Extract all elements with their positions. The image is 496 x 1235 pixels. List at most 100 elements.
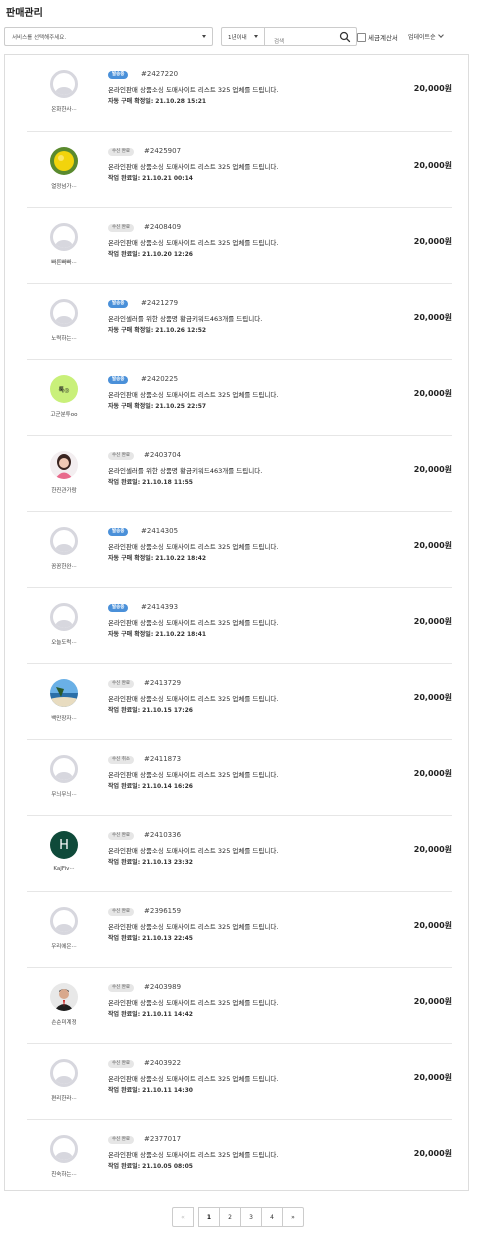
order-price: 20,000원 <box>413 693 452 702</box>
order-number: #2396159 <box>144 907 182 915</box>
order-number: #2403922 <box>144 1059 182 1067</box>
order-date: 자동 구매 확정일: 21.10.28 15:21 <box>108 98 207 105</box>
order-price: 20,000원 <box>413 161 452 170</box>
order-row[interactable]: 무늬무늬··· 수신 취소 #2411873 온라인판매 상품소싱 도매사이트 리스트… <box>27 739 452 815</box>
order-date: 작업 완료일: 21.10.21 00:14 <box>108 175 193 182</box>
tax-invoice-checkbox[interactable] <box>357 32 366 42</box>
order-row[interactable]: 열정넘가··· 수신 완료 #2425907 온라인판매 상품소싱 도매사이트 리스트… <box>27 131 452 207</box>
order-row[interactable]: 편리한라··· 수신 완료 #2403922 온라인판매 상품소싱 도매사이트 리스트… <box>27 1043 452 1119</box>
order-title[interactable]: 온라인판매 상품소싱 도매사이트 리스트 325 업체를 드립니다. <box>108 921 278 931</box>
order-title[interactable]: 온라인판매 상품소싱 도매사이트 리스트 325 업체를 드립니다. <box>108 1149 278 1159</box>
order-date: 자동 구매 확정일: 21.10.22 18:41 <box>108 631 207 638</box>
filter-bar: 서비스를 선택해주세요. 1년이내 세금계산서 업데이트순 <box>4 27 468 51</box>
caret-down-icon <box>254 35 258 38</box>
order-row[interactable]: 온화한사··· 발송중 #2427220 온라인판매 상품소싱 도매사이트 리스트 3… <box>27 55 452 131</box>
search-icon[interactable] <box>339 31 351 43</box>
seller-name: 친숙하는··· <box>51 1172 77 1178</box>
order-list: 온화한사··· 발송중 #2427220 온라인판매 상품소싱 도매사이트 리스트 3… <box>4 54 469 1191</box>
order-title[interactable]: 온라인판매 상품소싱 도매사이트 리스트 325 업체를 드립니다. <box>108 389 278 399</box>
next-page-button[interactable]: » <box>282 1207 304 1227</box>
status-badge: 발송중 <box>108 376 129 384</box>
order-row[interactable]: 우리에은··· 수신 완료 #2396159 온라인판매 상품소싱 도매사이트 리스트… <box>27 891 452 967</box>
order-title[interactable]: 온라인셀러를 위한 상품명 황금키워드463개를 드립니다. <box>108 313 262 323</box>
order-row[interactable]: H KaJFiv··· 수신 완료 #2410336 온라인판매 상품소싱 도매사이트 … <box>27 815 452 891</box>
order-date: 작업 완료일: 21.10.20 12:26 <box>108 251 193 258</box>
prev-page-button[interactable]: « <box>172 1207 194 1227</box>
order-number: #2377017 <box>144 1135 182 1143</box>
order-title[interactable]: 온라인판매 상품소싱 도매사이트 리스트 325 업체를 드립니다. <box>108 769 278 779</box>
order-date: 작업 완료일: 21.10.11 14:42 <box>108 1011 193 1018</box>
status-badge: 수신 완료 <box>108 832 134 840</box>
order-row[interactable]: 꼼꼼한완··· 발송중 #2414305 온라인판매 상품소싱 도매사이트 리스트 3… <box>27 511 452 587</box>
order-row[interactable]: 빠른빠빠··· 수신 완료 #2408409 온라인판매 상품소싱 도매사이트 리스트… <box>27 207 452 283</box>
caret-down-icon <box>202 35 206 38</box>
sort-select[interactable]: 업데이트순 <box>408 32 444 41</box>
status-badge: 수신 취소 <box>108 756 134 764</box>
seller-name: 무늬무늬··· <box>51 792 77 798</box>
search-input[interactable] <box>265 33 333 51</box>
period-select[interactable]: 1년이내 <box>221 27 265 46</box>
order-price: 20,000원 <box>413 617 452 626</box>
avatar <box>50 451 78 479</box>
avatar-text: 톡◎ <box>58 386 70 394</box>
seller-name: 손순미계정 <box>51 1020 77 1026</box>
order-row[interactable]: 백만장자··· 수신 완료 #2413729 온라인판매 상품소싱 도매사이트 리스트… <box>27 663 452 739</box>
seller-name: 편리한라··· <box>51 1096 77 1102</box>
tax-invoice-label: 세금계산서 <box>368 34 398 42</box>
default-avatar-icon <box>50 1059 78 1087</box>
default-avatar-icon <box>50 223 78 251</box>
order-row[interactable]: 톡◎ 고군분투oo 발송중 #2420225 온라인판매 상품소싱 도매사이트 리스트 … <box>27 359 452 435</box>
order-title[interactable]: 온라인판매 상품소싱 도매사이트 리스트 325 업체를 드립니다. <box>108 161 278 171</box>
order-title[interactable]: 온라인판매 상품소싱 도매사이트 리스트 325 업체를 드립니다. <box>108 541 278 551</box>
pagination: «1 2 3 4» <box>172 1207 304 1227</box>
order-price: 20,000원 <box>413 997 452 1006</box>
page-button-4[interactable]: 4 <box>261 1207 283 1227</box>
default-avatar-icon <box>50 1135 78 1163</box>
service-select-label: 서비스를 선택해주세요. <box>12 35 67 41</box>
status-badge: 수신 완료 <box>108 1136 134 1144</box>
page-button-1[interactable]: 1 <box>198 1207 220 1227</box>
order-price: 20,000원 <box>413 921 452 930</box>
order-row[interactable]: 한진관가람 수신 완료 #2403704 온라인셀러를 위한 상품명 황금키워드463… <box>27 435 452 511</box>
seller-name: 고군분투oo <box>50 412 78 418</box>
page-title: 판매관리 <box>6 8 43 19</box>
order-price: 20,000원 <box>413 845 452 854</box>
order-row[interactable]: 오늘도럭··· 발송중 #2414393 온라인판매 상품소싱 도매사이트 리스트 3… <box>27 587 452 663</box>
order-date: 작업 완료일: 21.10.13 23:32 <box>108 859 193 866</box>
order-title[interactable]: 온라인판매 상품소싱 도매사이트 리스트 325 업체를 드립니다. <box>108 693 278 703</box>
order-date: 작업 완료일: 21.10.11 14:30 <box>108 1087 193 1094</box>
status-badge: 수신 완료 <box>108 224 134 232</box>
order-price: 20,000원 <box>413 541 452 550</box>
order-row[interactable]: 노력하는··· 발송중 #2421279 온라인셀러를 위한 상품명 황금키워드463… <box>27 283 452 359</box>
period-select-label: 1년이내 <box>228 35 247 41</box>
order-title[interactable]: 온라인판매 상품소싱 도매사이트 리스트 325 업체를 드립니다. <box>108 84 278 94</box>
order-row[interactable]: 손순미계정 수신 완료 #2403989 온라인판매 상품소싱 도매사이트 리스트 3… <box>27 967 452 1043</box>
seller-name: 노력하는··· <box>51 336 77 342</box>
order-date: 작업 완료일: 21.10.18 11:55 <box>108 479 193 486</box>
seller-name: 온화한사··· <box>51 107 77 113</box>
status-badge: 수신 완료 <box>108 908 134 916</box>
status-badge: 수신 완료 <box>108 148 134 156</box>
status-badge: 수신 완료 <box>108 452 134 460</box>
order-price: 20,000원 <box>413 389 452 398</box>
order-title[interactable]: 온라인판매 상품소싱 도매사이트 리스트 325 업체를 드립니다. <box>108 997 278 1007</box>
seller-name: 열정넘가··· <box>51 184 77 190</box>
sort-select-label: 업데이트순 <box>408 34 436 41</box>
order-title[interactable]: 온라인판매 상품소싱 도매사이트 리스트 325 업체를 드립니다. <box>108 845 278 855</box>
order-row[interactable]: 친숙하는··· 수신 완료 #2377017 온라인판매 상품소싱 도매사이트 리스트… <box>27 1119 452 1195</box>
service-select[interactable]: 서비스를 선택해주세요. <box>4 27 213 46</box>
order-title[interactable]: 온라인판매 상품소싱 도매사이트 리스트 325 업체를 드립니다. <box>108 237 278 247</box>
default-avatar-icon <box>50 603 78 631</box>
page-button-2[interactable]: 2 <box>219 1207 241 1227</box>
page-button-3[interactable]: 3 <box>240 1207 262 1227</box>
order-number: #2413729 <box>144 679 182 687</box>
order-title[interactable]: 온라인셀러를 위한 상품명 황금키워드463개를 드립니다. <box>108 465 262 475</box>
order-title[interactable]: 온라인판매 상품소싱 도매사이트 리스트 325 업체를 드립니다. <box>108 617 278 627</box>
tax-invoice-filter[interactable]: 세금계산서 <box>357 31 398 43</box>
order-price: 20,000원 <box>413 769 452 778</box>
avatar: H <box>50 831 78 859</box>
avatar: 톡◎ <box>50 375 78 403</box>
order-number: #2403704 <box>144 451 182 459</box>
order-price: 20,000원 <box>413 1149 452 1158</box>
order-title[interactable]: 온라인판매 상품소싱 도매사이트 리스트 325 업체를 드립니다. <box>108 1073 278 1083</box>
